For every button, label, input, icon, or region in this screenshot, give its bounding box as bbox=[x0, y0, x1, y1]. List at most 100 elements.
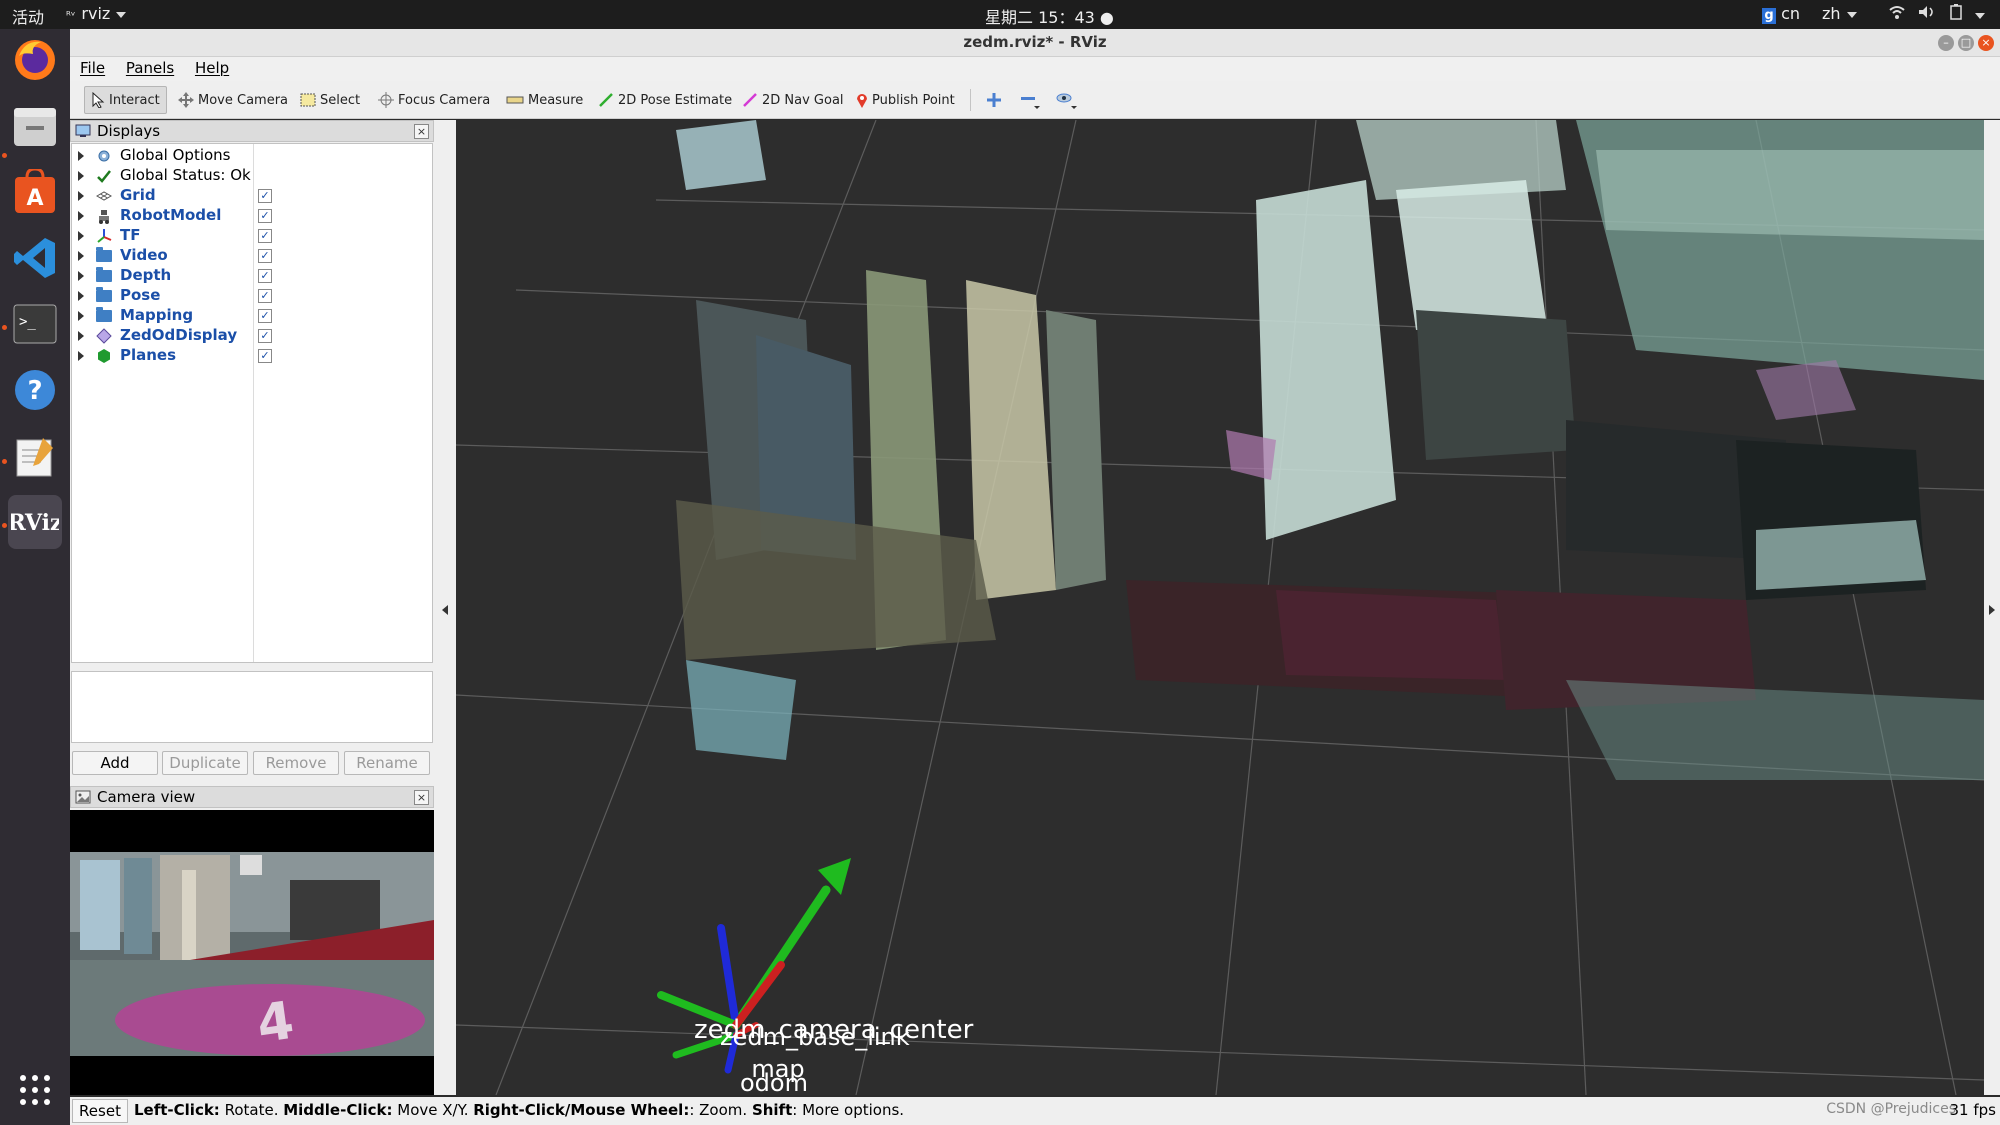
help-desc: Rotate. bbox=[219, 1101, 284, 1119]
cursor-icon bbox=[91, 92, 105, 108]
select-box-icon bbox=[300, 93, 316, 107]
firefox-icon bbox=[15, 40, 55, 80]
expand-arrow-icon[interactable] bbox=[78, 331, 84, 341]
reset-button[interactable]: Reset bbox=[72, 1099, 128, 1123]
folder-icon bbox=[96, 307, 112, 324]
rviz-launcher[interactable]: RViz bbox=[8, 495, 62, 549]
volume-icon bbox=[1919, 6, 1933, 18]
tree-item-video[interactable]: Video ✓ bbox=[72, 246, 434, 266]
help-launcher[interactable]: ? bbox=[8, 363, 62, 417]
language-indicator[interactable]: zh bbox=[1822, 4, 1857, 23]
image-icon bbox=[75, 790, 91, 804]
tree-item-zedoddisplay[interactable]: ZedOdDisplay ✓ bbox=[72, 326, 434, 346]
expand-arrow-icon[interactable] bbox=[78, 311, 84, 321]
expand-arrow-icon[interactable] bbox=[78, 251, 84, 261]
left-splitter[interactable] bbox=[434, 120, 456, 1095]
tree-item-planes[interactable]: Planes ✓ bbox=[72, 346, 434, 366]
activities-button[interactable]: 活动 bbox=[12, 4, 44, 28]
firefox-launcher[interactable] bbox=[8, 33, 62, 87]
close-button[interactable]: × bbox=[1978, 35, 1994, 51]
close-panel-icon[interactable]: × bbox=[414, 790, 429, 805]
tree-item-pose[interactable]: Pose ✓ bbox=[72, 286, 434, 306]
visibility-checkbox[interactable]: ✓ bbox=[258, 329, 272, 343]
expand-arrow-icon[interactable] bbox=[78, 231, 84, 241]
nav-goal-tool[interactable]: 2D Nav Goal bbox=[736, 86, 850, 114]
help-key: Middle-Click: bbox=[283, 1101, 393, 1119]
add-tool-button[interactable] bbox=[980, 86, 1008, 114]
collapse-right-arrow-icon[interactable] bbox=[1989, 605, 1995, 615]
text-editor-launcher[interactable] bbox=[8, 429, 62, 483]
move-icon bbox=[178, 92, 194, 108]
expand-arrow-icon[interactable] bbox=[78, 291, 84, 301]
clock[interactable]: 星期二 15：43 ● bbox=[985, 4, 1114, 28]
rename-button[interactable]: Rename bbox=[344, 751, 430, 775]
displays-panel-header[interactable]: Displays × bbox=[70, 120, 434, 142]
tree-item-grid[interactable]: Grid ✓ bbox=[72, 186, 434, 206]
checkmark-icon bbox=[96, 168, 112, 184]
terminal-icon: >_ bbox=[13, 304, 57, 344]
expand-arrow-icon[interactable] bbox=[78, 351, 84, 361]
software-launcher[interactable]: A bbox=[8, 165, 62, 219]
maximize-button[interactable]: □ bbox=[1958, 35, 1974, 51]
visibility-checkbox[interactable]: ✓ bbox=[258, 269, 272, 283]
add-button[interactable]: Add bbox=[72, 751, 158, 775]
expand-arrow-icon[interactable] bbox=[78, 271, 84, 281]
plus-icon bbox=[987, 93, 1001, 107]
fps-counter: 31 fps bbox=[1949, 1101, 1996, 1119]
view-options-button[interactable] bbox=[1050, 86, 1084, 114]
visibility-checkbox[interactable]: ✓ bbox=[258, 189, 272, 203]
wifi-icon bbox=[1889, 6, 1905, 19]
language-label: zh bbox=[1822, 4, 1841, 23]
terminal-launcher[interactable]: >_ bbox=[8, 297, 62, 351]
camera-panel-header[interactable]: Camera view × bbox=[70, 786, 434, 808]
3d-render-viewport[interactable]: zedm_camera_center zedm_base_link odom m… bbox=[456, 120, 1984, 1095]
tree-item-mapping[interactable]: Mapping ✓ bbox=[72, 306, 434, 326]
publish-point-tool[interactable]: Publish Point bbox=[850, 86, 961, 114]
tree-item-global-status[interactable]: Global Status: Ok bbox=[72, 166, 434, 186]
visibility-checkbox[interactable]: ✓ bbox=[258, 289, 272, 303]
measure-tool[interactable]: Measure bbox=[500, 86, 589, 114]
camera-panel-title: Camera view bbox=[97, 788, 196, 806]
expand-arrow-icon[interactable] bbox=[78, 151, 84, 161]
files-launcher[interactable] bbox=[8, 99, 62, 153]
close-panel-icon[interactable]: × bbox=[414, 124, 429, 139]
menu-help[interactable]: Help bbox=[189, 57, 235, 79]
tree-item-label: Global Options bbox=[120, 146, 231, 164]
pose-estimate-tool[interactable]: 2D Pose Estimate bbox=[592, 86, 738, 114]
notification-dot-icon: ● bbox=[1099, 8, 1114, 27]
monitor-icon bbox=[75, 124, 91, 137]
show-apps-button[interactable] bbox=[8, 1063, 62, 1117]
chevron-down-icon bbox=[116, 11, 127, 18]
duplicate-button[interactable]: Duplicate bbox=[162, 751, 248, 775]
app-menu[interactable]: ᴿᵛ rviz bbox=[66, 4, 127, 23]
menu-file[interactable]: File bbox=[74, 57, 111, 79]
expand-arrow-icon[interactable] bbox=[78, 191, 84, 201]
select-tool[interactable]: Select bbox=[294, 86, 366, 114]
visibility-checkbox[interactable]: ✓ bbox=[258, 229, 272, 243]
vscode-launcher[interactable] bbox=[8, 231, 62, 285]
tree-item-global-options[interactable]: Global Options bbox=[72, 146, 434, 166]
visibility-checkbox[interactable]: ✓ bbox=[258, 349, 272, 363]
focus-camera-tool[interactable]: Focus Camera bbox=[372, 86, 496, 114]
tree-item-tf[interactable]: TF ✓ bbox=[72, 226, 434, 246]
menu-panels[interactable]: Panels bbox=[120, 57, 180, 79]
chevron-down-icon bbox=[1846, 11, 1857, 18]
remove-button[interactable]: Remove bbox=[253, 751, 339, 775]
collapse-left-arrow-icon[interactable] bbox=[442, 605, 448, 615]
visibility-checkbox[interactable]: ✓ bbox=[258, 309, 272, 323]
right-splitter[interactable] bbox=[1984, 120, 2000, 1095]
visibility-checkbox[interactable]: ✓ bbox=[258, 209, 272, 223]
displays-tree[interactable]: Global Options Global Status: Ok Grid ✓ … bbox=[71, 143, 433, 663]
visibility-checkbox[interactable]: ✓ bbox=[258, 249, 272, 263]
expand-arrow-icon[interactable] bbox=[78, 171, 84, 181]
window-titlebar[interactable]: zedm.rviz* - RViz – □ × bbox=[70, 29, 2000, 57]
tree-item-robotmodel[interactable]: RobotModel ✓ bbox=[72, 206, 434, 226]
remove-tool-button[interactable] bbox=[1014, 86, 1046, 114]
tree-item-depth[interactable]: Depth ✓ bbox=[72, 266, 434, 286]
minimize-button[interactable]: – bbox=[1938, 35, 1954, 51]
system-tray[interactable] bbox=[1888, 4, 1986, 24]
move-camera-tool[interactable]: Move Camera bbox=[172, 86, 294, 114]
interact-tool[interactable]: Interact bbox=[84, 86, 167, 114]
input-method-indicator[interactable]: g cn bbox=[1762, 4, 1800, 24]
expand-arrow-icon[interactable] bbox=[78, 211, 84, 221]
